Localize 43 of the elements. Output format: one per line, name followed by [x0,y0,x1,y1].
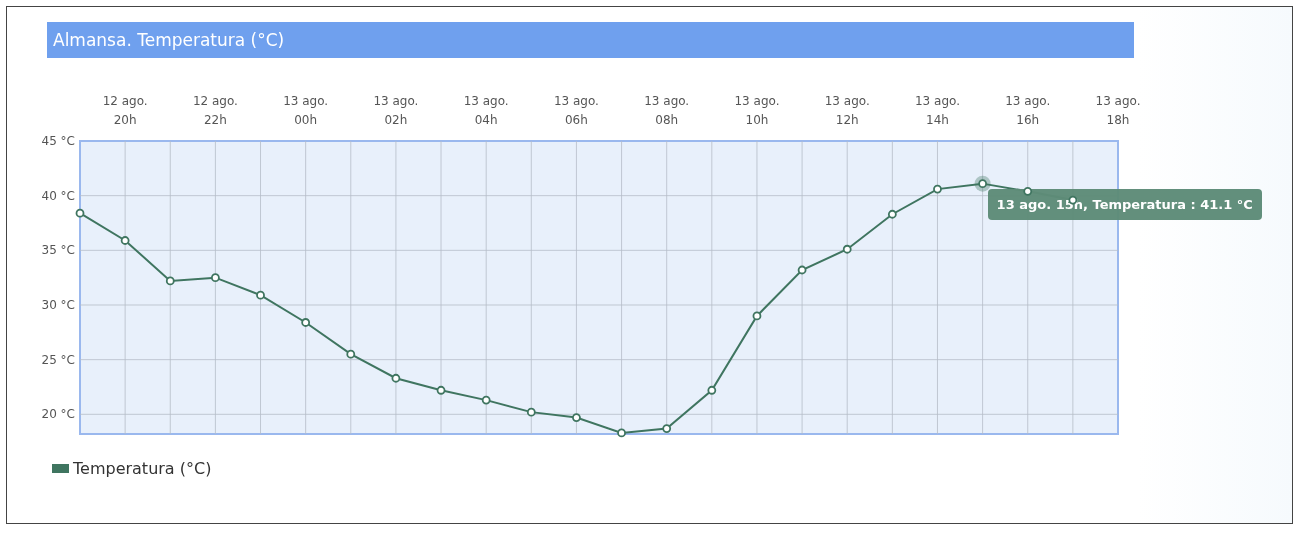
x-axis-label: 13 ago. 08h [643,93,691,129]
x-axis-label: 13 ago. 06h [552,93,600,129]
x-axis-label: 13 ago. 00h [282,93,330,129]
legend-swatch [52,464,69,473]
data-point[interactable] [526,407,536,417]
x-axis-label: 13 ago. 10h [733,93,781,129]
data-point[interactable] [391,373,401,383]
x-axis-label: 13 ago. 18h [1094,93,1142,129]
data-point[interactable] [752,311,762,321]
x-axis-label: 12 ago. 20h [101,93,149,129]
data-point[interactable] [256,290,265,300]
data-point[interactable] [842,244,852,254]
data-point[interactable] [572,413,581,422]
data-point[interactable] [978,179,987,189]
x-axis-label: 13 ago. 04h [462,93,510,129]
data-point[interactable] [617,428,626,438]
data-point[interactable] [1023,186,1033,196]
data-point[interactable] [887,209,897,219]
chart-title: Almansa. Temperatura (°C) [53,30,285,50]
y-axis-label: 45 °C [40,133,75,149]
y-axis-label: 40 °C [40,187,75,204]
legend-label[interactable]: Temperatura (°C) [73,459,212,478]
x-axis-label: 13 ago. 02h [372,93,420,129]
data-point[interactable] [165,276,175,286]
data-point[interactable] [797,265,807,275]
data-point[interactable] [707,385,717,395]
x-axis-label: 12 ago. 22h [191,93,239,129]
x-axis-label: 13 ago. 12h [823,93,871,129]
x-axis-label: 13 ago. 16h [1004,93,1052,129]
data-point[interactable] [75,208,85,218]
data-point[interactable] [481,395,491,405]
data-point[interactable] [346,349,356,359]
data-point[interactable] [662,424,672,433]
data-point[interactable] [933,184,942,194]
y-axis-label: 20 °C [40,406,75,423]
y-axis-label: 30 °C [40,297,75,313]
data-point[interactable] [301,318,311,327]
data-point[interactable] [436,385,446,395]
x-axis-label: 13 ago. 14h [913,93,961,129]
y-axis-label: 25 °C [40,351,75,368]
data-point[interactable] [211,273,220,283]
data-point[interactable] [120,236,130,245]
y-axis-label: 35 °C [40,242,75,259]
